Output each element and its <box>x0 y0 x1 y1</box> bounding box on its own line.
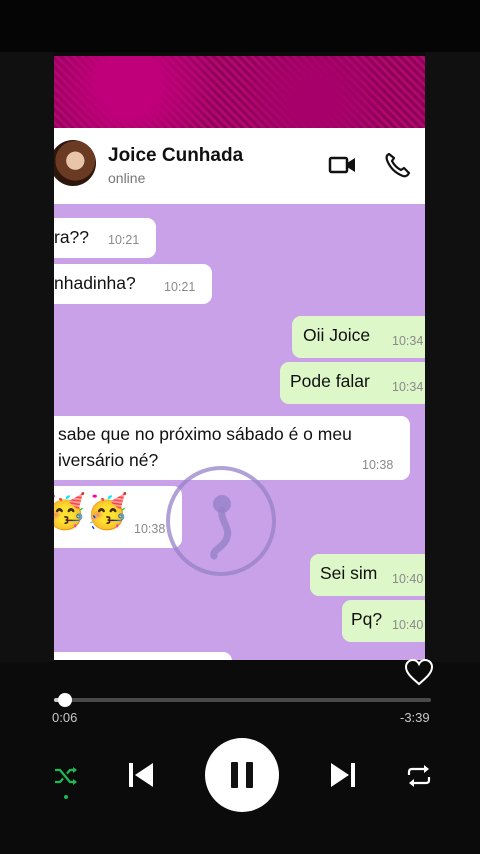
message-bubble-partial <box>54 652 232 660</box>
message-time: 10:34 <box>392 334 424 348</box>
message-text: nhadinha? <box>54 273 136 293</box>
message-bubble: 🥳🥳 10:38 <box>54 486 182 548</box>
phone-icon <box>385 152 411 178</box>
top-bar <box>0 0 480 52</box>
progress-bar[interactable] <box>54 693 431 707</box>
message-time: 10:40 <box>392 572 424 586</box>
video-banner <box>54 56 425 128</box>
right-margin <box>425 52 480 662</box>
message-time: 10:40 <box>392 618 424 632</box>
message-text-line2: iversário né? <box>58 450 159 470</box>
message-time: 10:21 <box>108 233 140 247</box>
elapsed-time: 0:06 <box>52 710 78 725</box>
message-bubble: Oii Joice 10:34 <box>292 316 425 358</box>
message-text: ra?? <box>54 227 90 247</box>
heart-icon[interactable] <box>404 658 434 686</box>
message-bubble: nhadinha? 10:21 <box>54 264 212 304</box>
message-text: Pq? <box>351 609 383 629</box>
pause-button[interactable] <box>205 738 279 812</box>
progress-knob[interactable] <box>58 693 73 707</box>
contact-status: online <box>108 170 146 186</box>
message-time: 10:34 <box>392 380 424 394</box>
shuffle-icon[interactable] <box>52 762 80 790</box>
message-text: Oii Joice <box>303 325 371 345</box>
chat-wallpaper: ra?? 10:21 nhadinha? 10:21 Oii Joice 10:… <box>54 204 425 660</box>
skip-next-icon[interactable] <box>326 758 360 792</box>
skip-previous-icon[interactable] <box>124 758 158 792</box>
message-bubble: Pode falar 10:34 <box>280 362 425 404</box>
contact-avatar <box>54 140 96 186</box>
shuffle-active-indicator <box>64 795 68 799</box>
message-bubble: Sei sim 10:40 <box>310 554 425 596</box>
contact-name: Joice Cunhada <box>108 145 244 166</box>
message-text: Sei sim <box>320 563 378 583</box>
remaining-time: -3:39 <box>400 710 430 725</box>
message-text-line1: sabe que no próximo sábado é o meu <box>58 424 352 444</box>
message-bubble: ra?? 10:21 <box>54 218 156 258</box>
left-margin <box>0 52 54 662</box>
repeat-icon[interactable] <box>404 761 434 791</box>
video-frame[interactable]: Joice Cunhada online ra?? 10:21 nhadinha… <box>54 56 425 660</box>
message-time: 10:21 <box>164 280 196 294</box>
message-bubble: Pq? 10:40 <box>342 600 425 642</box>
chat-header: Joice Cunhada online <box>54 128 425 204</box>
music-note-watermark-icon <box>166 466 276 576</box>
message-time: 10:38 <box>362 458 394 472</box>
message-time: 10:38 <box>134 522 166 536</box>
pause-icon <box>231 762 253 788</box>
message-text: Pode falar <box>290 371 370 391</box>
message-emoji: 🥳🥳 <box>54 493 129 531</box>
video-camera-icon <box>328 156 355 174</box>
